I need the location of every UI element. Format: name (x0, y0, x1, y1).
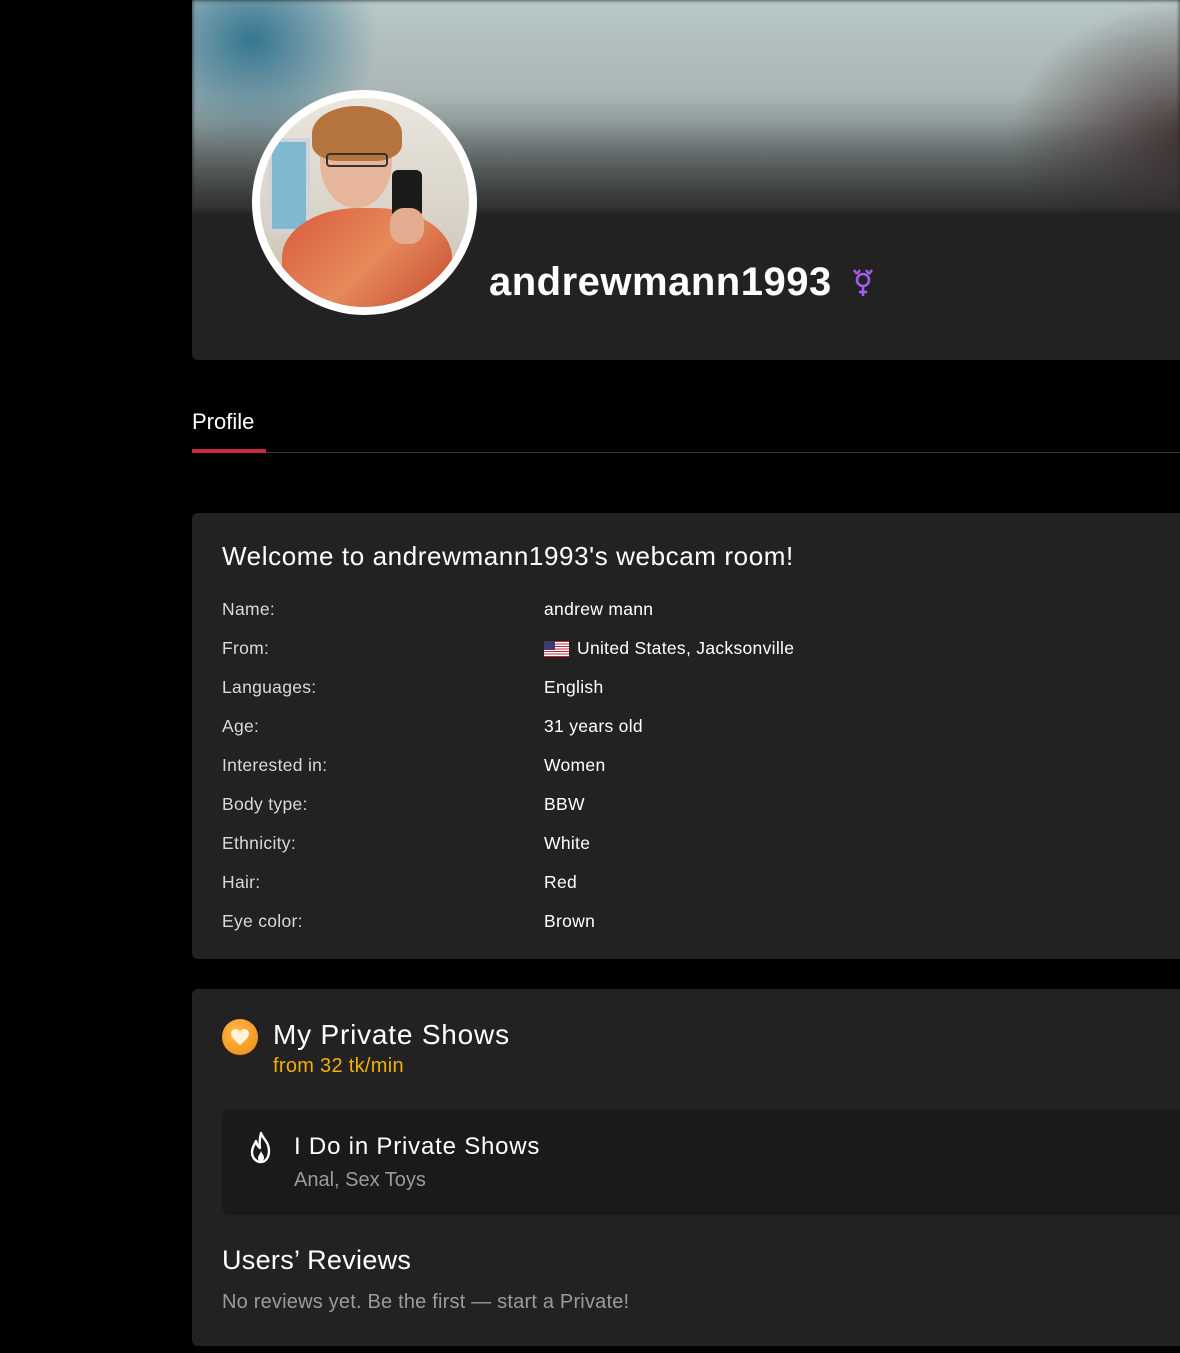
info-value: 31 years old (544, 716, 643, 736)
us-flag-icon (544, 640, 569, 657)
info-row-interested: Interested in: Women (222, 755, 1122, 779)
do-in-private-list: Anal, Sex Toys (294, 1169, 426, 1191)
tab-profile[interactable]: Profile (192, 400, 266, 453)
info-row-from: From: United States, Jacksonville (222, 638, 1122, 662)
info-row-languages: Languages: English (222, 677, 1122, 701)
info-value: BBW (544, 794, 585, 814)
private-shows-card: My Private Shows from 32 tk/min I Do in … (192, 989, 1180, 1346)
info-value: andrew mann (544, 599, 654, 619)
info-label: Age: (222, 716, 260, 736)
flame-icon (250, 1131, 271, 1164)
info-label: From: (222, 638, 270, 658)
info-label: Hair: (222, 872, 261, 892)
private-shows-title: My Private Shows (273, 1019, 510, 1050)
info-value: Women (544, 755, 606, 775)
info-row-ethnicity: Ethnicity: White (222, 833, 1122, 857)
info-row-body-type: Body type: BBW (222, 794, 1122, 818)
info-value: English (544, 677, 604, 697)
info-label: Name: (222, 599, 276, 619)
info-label: Ethnicity: (222, 833, 296, 853)
heart-icon (222, 1019, 258, 1055)
profile-info-card: Welcome to andrewmann1993's webcam room!… (192, 513, 1180, 959)
info-value: Brown (544, 911, 596, 931)
info-label: Body type: (222, 794, 308, 814)
reviews-empty-text: No reviews yet. Be the first — start a P… (222, 1291, 630, 1313)
info-row-eye-color: Eye color: Brown (222, 911, 1122, 935)
info-row-name: Name: andrew mann (222, 599, 1122, 623)
info-value: Red (544, 872, 578, 892)
location-text: United States, Jacksonville (577, 638, 795, 658)
info-label: Interested in: (222, 755, 328, 775)
avatar[interactable] (252, 90, 477, 315)
tab-bar: Profile (192, 400, 1180, 453)
private-shows-price: from 32 tk/min (273, 1055, 404, 1077)
info-title: Welcome to andrewmann1993's webcam room! (222, 541, 794, 571)
private-shows-activities: I Do in Private Shows Anal, Sex Toys (222, 1109, 1180, 1215)
transgender-icon (852, 268, 873, 296)
info-label: Eye color: (222, 911, 303, 931)
username: andrewmann1993 (489, 260, 832, 304)
info-row-age: Age: 31 years old (222, 716, 1122, 740)
do-in-private-title: I Do in Private Shows (294, 1133, 541, 1160)
info-value: White (544, 833, 591, 853)
reviews-title: Users’ Reviews (222, 1245, 412, 1275)
info-label: Languages: (222, 677, 317, 697)
username-row: andrewmann1993 (489, 260, 876, 305)
info-value: United States, Jacksonville (544, 638, 794, 659)
avatar-photo (260, 98, 469, 307)
info-row-hair: Hair: Red (222, 872, 1122, 896)
